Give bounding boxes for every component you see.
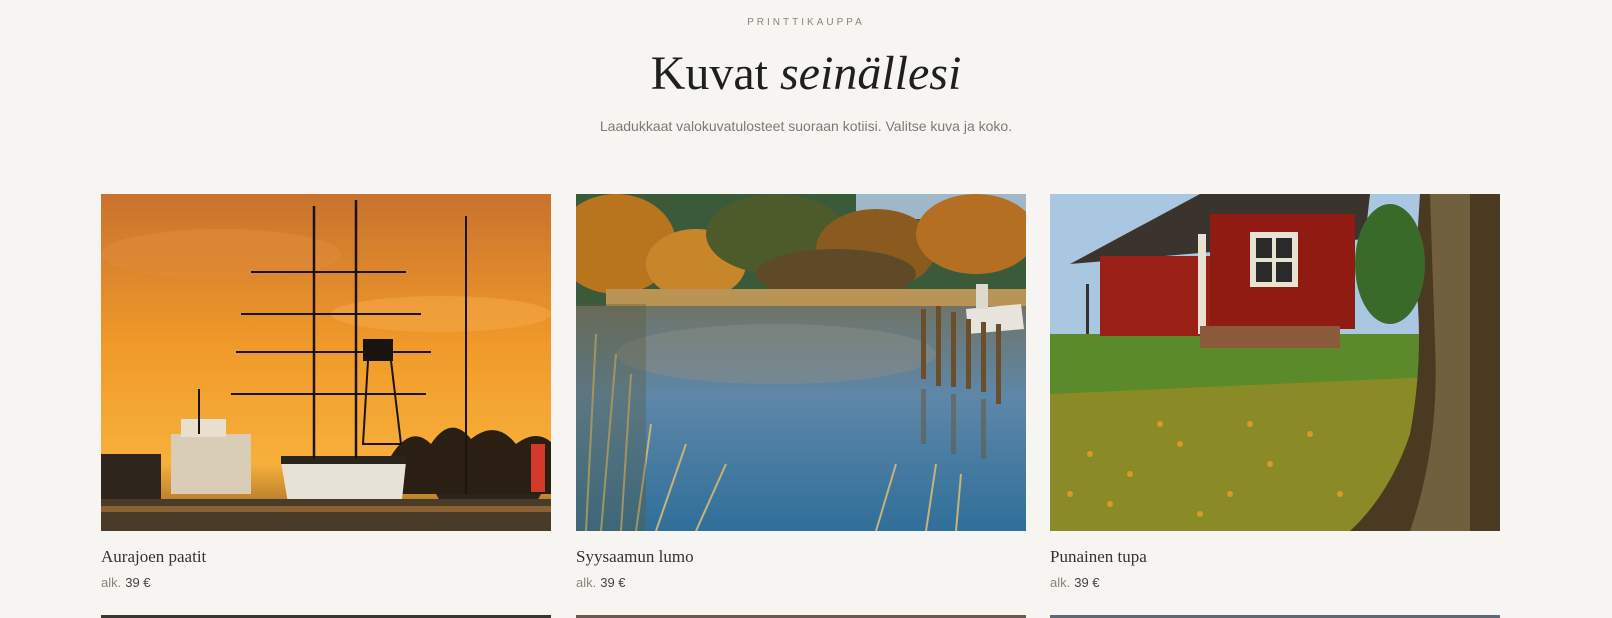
title-italic: seinällesi — [780, 47, 962, 100]
price-prefix: alk. — [101, 575, 122, 590]
product-name[interactable]: Aurajoen paatit — [101, 547, 551, 567]
shop-eyebrow: PRINTTIKAUPPA — [747, 17, 865, 28]
title-plain: Kuvat — [650, 47, 768, 100]
price-prefix: alk. — [1050, 575, 1071, 590]
product-card[interactable]: Aurajoen paatit alk. 39 € — [101, 194, 551, 590]
page-title: Kuvat seinällesi — [0, 44, 1612, 104]
price-value: 39 € — [125, 575, 151, 590]
product-image-lake[interactable] — [576, 194, 1026, 531]
product-card[interactable]: Punainen tupa alk. 39 € — [1050, 194, 1500, 590]
product-name[interactable]: Punainen tupa — [1050, 547, 1500, 567]
price-value: 39 € — [600, 575, 626, 590]
page-subtitle: Laadukkaat valokuvatulosteet suoraan kot… — [599, 118, 1013, 134]
product-name[interactable]: Syysaamun lumo — [576, 547, 1026, 567]
product-image-cabin[interactable] — [1050, 194, 1500, 531]
product-price: alk. 39 € — [576, 575, 1026, 590]
price-value: 39 € — [1074, 575, 1100, 590]
product-card[interactable]: Syysaamun lumo alk. 39 € — [576, 194, 1026, 590]
product-image-harbour[interactable] — [101, 194, 551, 531]
product-price: alk. 39 € — [101, 575, 551, 590]
product-price: alk. 39 € — [1050, 575, 1500, 590]
price-prefix: alk. — [576, 575, 597, 590]
